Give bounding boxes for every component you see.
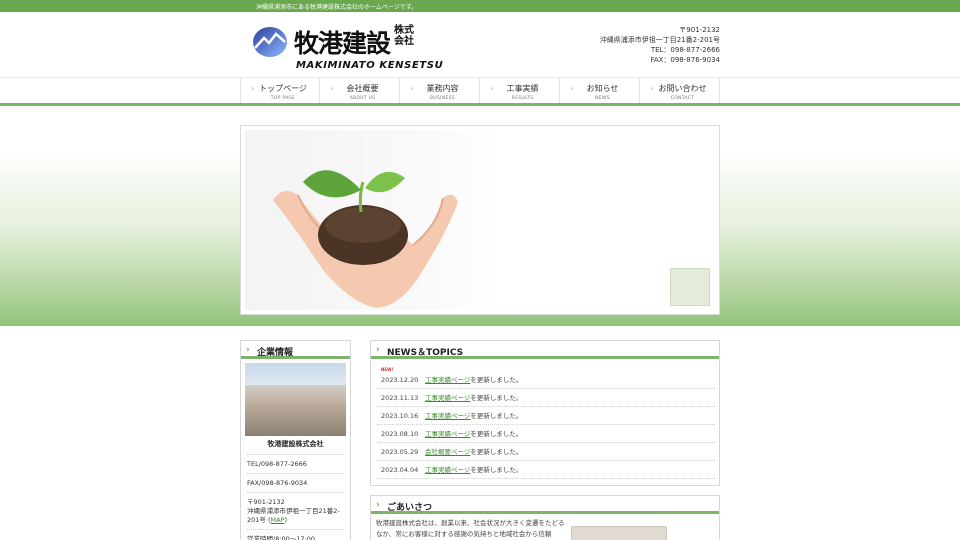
chevron-right-icon: › <box>376 345 380 355</box>
news-text: を更新しました。 <box>470 466 523 474</box>
news-text: を更新しました。 <box>470 430 523 438</box>
nav-item-news[interactable]: › お知らせ NEWS <box>560 78 640 103</box>
news-text: を更新しました。 <box>470 376 523 384</box>
sidebar-tel: TEL/098-877-2666 <box>247 454 344 473</box>
chevron-right-icon: › <box>490 84 494 93</box>
nav-item-results[interactable]: › 工事実績 RESULTS <box>480 78 560 103</box>
news-date: 2023.04.04 <box>381 466 419 474</box>
greeting-text: 牧港建設株式会社は、創業以来、社会状況が大きく変遷をたどるなか、常にお客様に対す… <box>376 519 565 538</box>
company-info-box: › 企業情報 牧港建設株式会社 TEL/098-877-2666 FAX/098-… <box>240 340 351 540</box>
news-link[interactable]: 工事実績ページ <box>425 394 470 402</box>
news-text: を更新しました。 <box>470 448 523 456</box>
news-item: 2023.12.20 工事実績ページを更新しました。 <box>377 371 715 389</box>
map-link[interactable]: MAP <box>271 516 285 524</box>
header-tel: TEL：098-877-2666 <box>650 46 720 54</box>
nav-sublabel: TOP PAGE <box>270 96 296 101</box>
header-fax: FAX：098-876-9034 <box>650 56 720 64</box>
sidebar-address: 沖縄県浦添市伊祖一丁目21番2-201号 <box>247 507 340 524</box>
nav-sublabel: ABOUT US <box>349 96 376 101</box>
news-link[interactable]: 工事実績ページ <box>425 412 470 420</box>
news-text: を更新しました。 <box>470 412 523 420</box>
news-text: を更新しました。 <box>470 394 523 402</box>
nav-item-about[interactable]: › 会社概要 ABOUT US <box>320 78 400 103</box>
header-address: 沖縄県浦添市伊祖一丁目21番2-201号 <box>599 36 720 44</box>
chevron-right-icon: › <box>251 84 255 93</box>
header-postal: 〒901-2132 <box>679 26 720 34</box>
news-date: 2023.08.10 <box>381 430 419 438</box>
company-info-heading: › 企業情報 <box>241 341 350 359</box>
logo-kk-line1: 株式 <box>394 25 414 36</box>
hero-banner <box>240 125 720 315</box>
news-date: 2023.12.20 <box>381 376 419 384</box>
chevron-right-icon: › <box>330 84 334 93</box>
logo-text-en: MAKIMINATO KENSETSU <box>296 60 444 71</box>
logo-company-type: 株式 会社 <box>392 25 416 47</box>
logo-kk-line2: 会社 <box>394 36 414 47</box>
news-item: 2023.05.29 会社概要ページを更新しました。 <box>377 443 715 461</box>
chevron-right-icon: › <box>570 84 574 93</box>
nav-sublabel: NEWS <box>595 96 610 101</box>
nav-sublabel: RESULTS <box>511 96 534 101</box>
news-date: 2023.05.29 <box>381 448 419 456</box>
sidebar-hours: 営業時間/8:00～17:00 <box>247 529 344 540</box>
news-item: 2023.10.16 工事実績ページを更新しました。 <box>377 407 715 425</box>
nav-sublabel: BUSINESS <box>430 96 455 101</box>
nav-sublabel: CONTACT <box>670 96 695 101</box>
news-box: › NEWS＆TOPICS NEW! 2023.12.20 工事実績ページを更新しま… <box>370 340 720 486</box>
greeting-title: ごあいさつ <box>387 503 433 513</box>
chevron-right-icon: › <box>650 84 654 93</box>
news-link[interactable]: 工事実績ページ <box>425 466 470 474</box>
nav-item-contact[interactable]: › お問い合わせ CONTACT <box>640 78 720 103</box>
news-heading: › NEWS＆TOPICS <box>371 341 719 359</box>
company-name: 牧港建設株式会社 <box>267 440 324 448</box>
news-link[interactable]: 工事実績ページ <box>425 430 470 438</box>
news-link[interactable]: 工事実績ページ <box>425 376 470 384</box>
sidebar-address-block: 〒901-2132 沖縄県浦添市伊祖一丁目21番2-201号 (MAP) <box>247 492 344 529</box>
chevron-right-icon: › <box>410 84 414 93</box>
news-list: 2023.12.20 工事実績ページを更新しました。 2023.11.13 工事実績… <box>377 371 715 479</box>
greeting-photo <box>571 526 667 540</box>
news-item: 2023.08.10 工事実績ページを更新しました。 <box>377 425 715 443</box>
seedling-hands-image <box>273 170 458 308</box>
site-logo[interactable]: 牧港建設 株式 会社 MAKIMINATO KENSETSU <box>252 24 443 72</box>
hero-image <box>245 130 715 310</box>
news-item: 2023.11.13 工事実績ページを更新しました。 <box>377 389 715 407</box>
greeting-box: › ごあいさつ 牧港建設株式会社は、創業以来、社会状況が大きく変遷をたどるなか、常… <box>370 495 720 540</box>
logo-mark-icon <box>253 27 287 57</box>
logo-text-jp: 牧港建設 <box>294 29 391 58</box>
greeting-heading: › ごあいさつ <box>371 496 719 514</box>
top-bar-text: 沖縄県浦添市にある牧港建設株式会社のホームページです。 <box>256 4 418 11</box>
nav-item-top[interactable]: › トップページ TOP PAGE <box>240 78 320 103</box>
office-building-image <box>245 363 346 436</box>
news-link[interactable]: 会社概要ページ <box>425 448 470 456</box>
header: 牧港建設 株式 会社 MAKIMINATO KENSETSU 〒901-2132… <box>0 12 960 78</box>
chevron-right-icon: › <box>246 345 250 355</box>
news-item: 2023.04.04 工事実績ページを更新しました。 <box>377 461 715 479</box>
sidebar-fax: FAX/098-876-9034 <box>247 473 344 492</box>
header-contact: 〒901-2132 沖縄県浦添市伊祖一丁目21番2-201号 TEL：098-8… <box>600 25 720 65</box>
sidebar-postal: 〒901-2132 <box>247 498 285 506</box>
nav-item-business[interactable]: › 業務内容 BUSINESS <box>400 78 480 103</box>
tree-thumbnail-image <box>670 268 710 306</box>
news-date: 2023.10.16 <box>381 412 419 420</box>
top-bar: 沖縄県浦添市にある牧港建設株式会社のホームページです。 <box>0 0 960 12</box>
company-info-title: 企業情報 <box>257 348 294 358</box>
main-nav: › トップページ TOP PAGE › 会社概要 ABOUT US › 業務内容 BUSIN… <box>0 77 960 106</box>
news-date: 2023.11.13 <box>381 394 419 402</box>
chevron-right-icon: › <box>376 500 380 510</box>
news-title: NEWS＆TOPICS <box>387 348 464 358</box>
